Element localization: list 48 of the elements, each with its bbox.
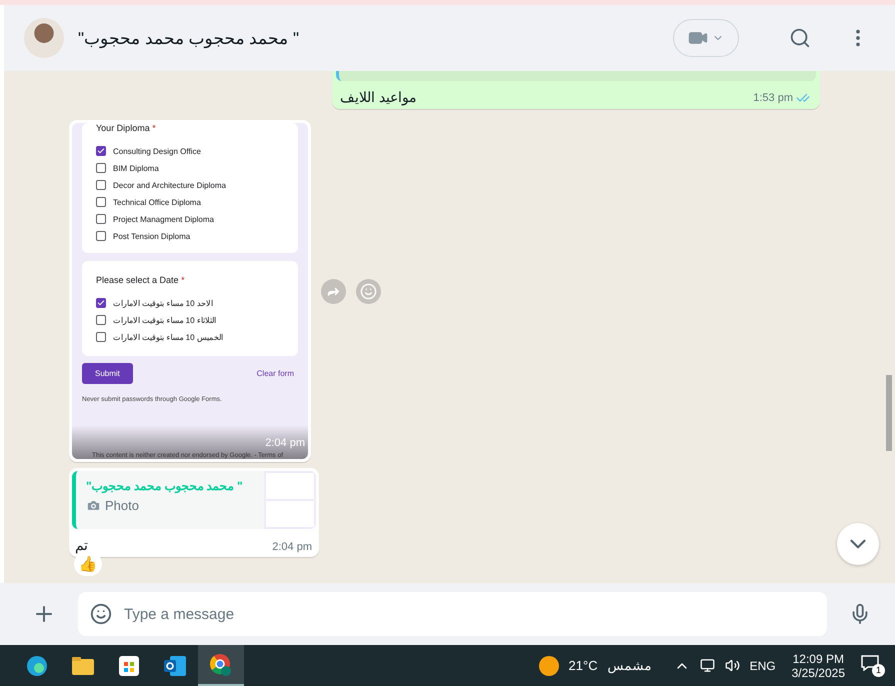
video-call-button[interactable] (673, 19, 739, 57)
checkbox[interactable] (96, 180, 106, 190)
option-label: الثلاثاء 10 مساء بتوقيت الامارات (113, 316, 216, 324)
checkbox[interactable] (96, 231, 106, 241)
option-label: Project Managment Diploma (113, 214, 214, 224)
checkbox[interactable] (96, 298, 106, 308)
question-title: Your Diploma * (96, 123, 157, 133)
avatar[interactable] (24, 18, 64, 58)
question-title: Please select a Date * (96, 275, 186, 285)
checkbox[interactable] (96, 197, 106, 207)
message-time: 1:53 pm (753, 91, 810, 105)
language-indicator[interactable]: ENG (750, 658, 776, 672)
sun-icon[interactable] (538, 656, 559, 676)
emoji-icon[interactable] (90, 603, 112, 625)
option-label: BIM Diploma (113, 164, 159, 172)
clock[interactable]: 12:09 PM 3/25/2025 (792, 652, 845, 680)
image-message[interactable] (69, 120, 311, 462)
notification-count: 1 (872, 664, 885, 676)
quoted-label: Photo (86, 498, 243, 513)
option-label: الاحد 10 مساء بتوقيت الامارات (113, 298, 213, 308)
monitor-icon[interactable] (700, 658, 715, 673)
camera-icon (86, 498, 101, 513)
browser-icon[interactable] (198, 645, 244, 686)
temperature[interactable]: 21°C (568, 658, 598, 673)
option-label: الخميس 10 مساء بتوقيت الامارات (113, 332, 223, 342)
option-label: Consulting Design Office (113, 146, 201, 156)
message-time: 2:04 pm (272, 541, 312, 553)
message-text: مواعيد اللايف (340, 89, 417, 105)
checkbox[interactable] (96, 146, 106, 156)
option-label: Technical Office Diploma (113, 198, 201, 206)
quoted-author: "محمد محجوب محمد محجوب " (86, 479, 243, 493)
message-field[interactable]: Type a message (78, 592, 827, 636)
option-label: Decor and Architecture Diploma (113, 180, 226, 190)
form-thumbnail (264, 471, 316, 529)
option-label: Post Tension Diploma (113, 232, 190, 240)
contact-name[interactable]: "محمد محجوب محمد محجوب " (78, 28, 659, 48)
clear-form-link[interactable]: Clear form (256, 369, 294, 378)
checkbox[interactable] (96, 315, 106, 325)
checkbox[interactable] (96, 163, 106, 173)
checkbox[interactable] (96, 214, 106, 224)
submit-button[interactable]: Submit (82, 363, 133, 384)
message-text: تم (75, 537, 88, 553)
weather-label[interactable]: مشمس (608, 658, 652, 673)
speaker-icon[interactable] (724, 658, 740, 673)
checkbox[interactable] (96, 332, 106, 342)
message-time: 2:04 pm (265, 437, 305, 449)
scrollbar-thumb[interactable] (886, 375, 892, 451)
scroll-down-button[interactable] (837, 523, 879, 565)
